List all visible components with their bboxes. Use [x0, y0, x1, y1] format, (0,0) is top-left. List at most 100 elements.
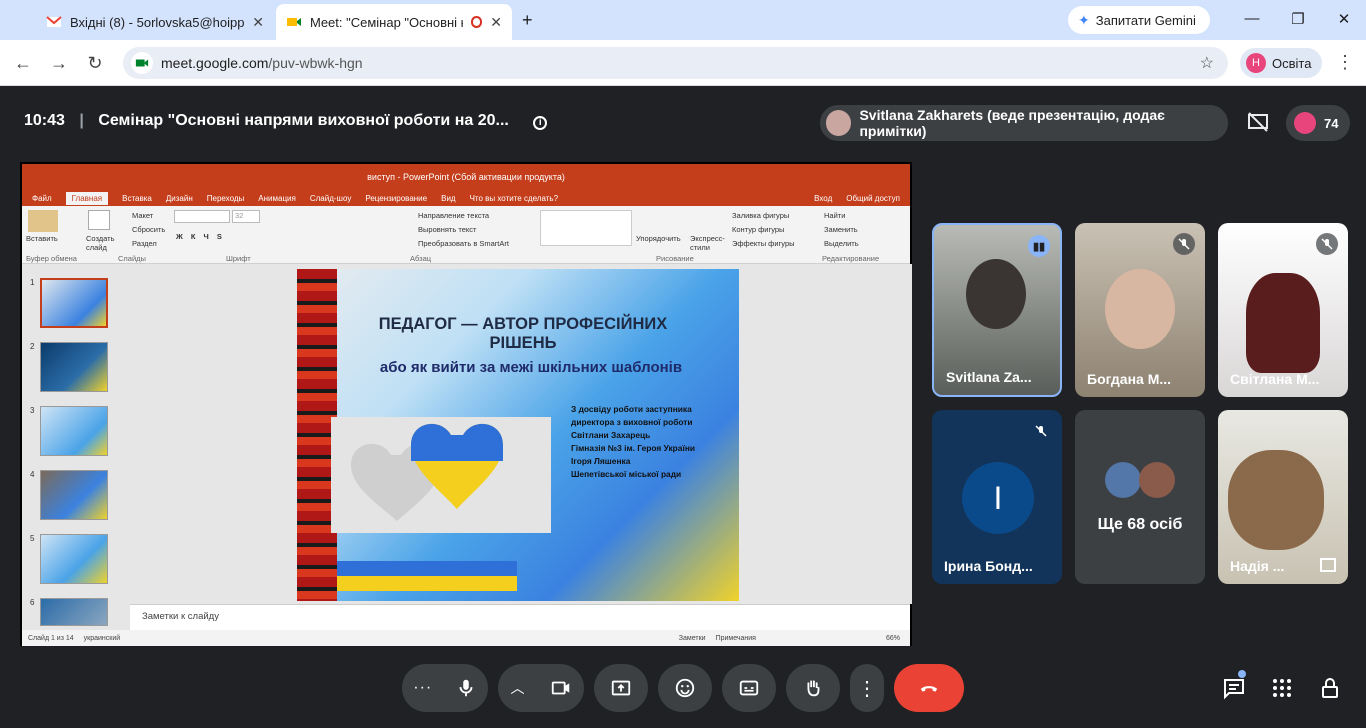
address-bar[interactable]: meet.google.com/puv-wbwk-hgn ☆ [123, 47, 1228, 79]
shape-effects-button[interactable]: Эффекты фигуры [732, 239, 795, 248]
participant-tile-1[interactable]: ▮▮ Svitlana Za... [932, 223, 1062, 397]
paste-icon[interactable] [28, 210, 58, 232]
bookmark-star-icon[interactable]: ☆ [1200, 53, 1214, 73]
slide-thumbnail-3[interactable] [40, 406, 108, 456]
ribbon-group-paragraph: Абзац [410, 254, 432, 263]
replace-button[interactable]: Заменить [824, 225, 858, 234]
ppt-menu-home[interactable]: Главная [65, 191, 109, 205]
microphone-icon[interactable] [455, 677, 477, 699]
slide-title-line-1: ПЕДАГОГ — АВТОР ПРОФЕСІЙНИХ [378, 315, 668, 333]
author-line: Гімназія №3 ім. Героя України [571, 443, 696, 453]
pip-icon[interactable] [1320, 558, 1336, 572]
info-icon[interactable]: i [533, 116, 548, 130]
tab-gmail[interactable]: Вхідні (8) - 5orlovska5@hoippo ✕ [36, 4, 274, 40]
participants-chip[interactable]: 74 [1286, 105, 1350, 141]
ppt-menu-view[interactable]: Вид [441, 194, 455, 203]
present-button[interactable] [594, 664, 648, 712]
ribbon-group-clipboard: Буфер обмена [26, 254, 77, 263]
reset-button[interactable]: Сбросить [132, 225, 165, 234]
ppt-menu-bar: Файл Главная Вставка Дизайн Переходы Ани… [22, 190, 910, 206]
avatar [1139, 462, 1175, 498]
raise-hand-button[interactable] [786, 664, 840, 712]
slide-thumbnail-5[interactable] [40, 534, 108, 584]
avatar [1105, 462, 1141, 498]
reactions-button[interactable] [658, 664, 712, 712]
speaking-indicator-icon: ▮▮ [1028, 235, 1050, 257]
new-slide-label[interactable]: Создать слайд [86, 234, 116, 252]
arrange-button[interactable]: Упорядочить [636, 234, 681, 243]
site-info-icon[interactable] [131, 52, 153, 74]
restore-icon[interactable]: ❐ [1288, 10, 1308, 30]
presenter-chip[interactable]: Svitlana Zakharets (веде презентацію, до… [820, 105, 1228, 141]
close-icon[interactable]: ✕ [252, 14, 264, 31]
layout-button[interactable]: Макет [132, 211, 153, 220]
gemini-button[interactable]: ✦ Запитати Gemini [1068, 6, 1210, 34]
new-tab-button[interactable]: + [522, 10, 533, 31]
audio-options-icon[interactable]: ··· [413, 679, 432, 697]
ppt-menu-slideshow[interactable]: Слайд-шоу [310, 194, 351, 203]
quick-styles-button[interactable]: Экспресс-стили [690, 234, 725, 252]
shape-outline-button[interactable]: Контур фигуры [732, 225, 784, 234]
align-text-button[interactable]: Выровнять текст [418, 225, 476, 234]
find-button[interactable]: Найти [824, 211, 845, 220]
smartart-button[interactable]: Преобразовать в SmartArt [418, 239, 509, 248]
select-button[interactable]: Выделить [824, 239, 859, 248]
shapes-gallery[interactable] [540, 210, 632, 246]
camera-icon[interactable] [550, 677, 572, 699]
captions-button[interactable] [722, 664, 776, 712]
new-slide-icon[interactable] [88, 210, 110, 230]
participant-tile-6[interactable]: Надія ... [1218, 410, 1348, 584]
more-participants-tile[interactable]: Ще 68 осіб [1075, 410, 1205, 584]
status-comments-button[interactable]: Примечания [716, 635, 756, 642]
mic-off-icon [1030, 420, 1052, 442]
gmail-icon [46, 16, 62, 27]
ppt-tell-me[interactable]: Что вы хотите сделать? [470, 194, 558, 203]
slide-thumbnail-4[interactable] [40, 470, 108, 520]
more-options-button[interactable]: ⋮ [850, 664, 884, 712]
paste-label[interactable]: Вставить [26, 234, 58, 243]
section-button[interactable]: Раздел [132, 239, 157, 248]
participant-tile-4[interactable]: I Ірина Бонд... [932, 410, 1062, 584]
slide-thumbnail-1[interactable] [40, 278, 108, 328]
participant-name: Богдана М... [1087, 371, 1172, 387]
font-style-buttons[interactable]: Ж К Ч S [176, 232, 225, 241]
slide-thumbnail-2[interactable] [40, 342, 108, 392]
font-name-field[interactable] [174, 210, 230, 223]
status-zoom[interactable]: 66% [886, 635, 900, 642]
participant-tile-3[interactable]: Світлана М... [1218, 223, 1348, 397]
tab-meet[interactable]: Meet: "Семінар "Основні н ✕ [276, 4, 512, 40]
forward-icon[interactable]: → [48, 52, 70, 74]
host-controls-lock-icon[interactable] [1318, 676, 1342, 700]
close-window-icon[interactable]: ✕ [1334, 10, 1354, 30]
ppt-signin[interactable]: Вход [814, 194, 832, 203]
menu-kebab-icon[interactable]: ⋮ [1336, 52, 1354, 73]
slide-thumbnail-6[interactable] [40, 598, 108, 626]
chevron-up-icon[interactable]: ︿ [511, 678, 525, 698]
notes-pane[interactable]: Заметки к слайду [130, 604, 910, 628]
reload-icon[interactable]: ↻ [84, 52, 106, 74]
ppt-menu-animation[interactable]: Анимация [258, 194, 296, 203]
profile-button[interactable]: Н Освіта [1240, 48, 1322, 78]
font-size-field[interactable]: 32 [232, 210, 260, 223]
minimize-icon[interactable]: — [1242, 10, 1262, 30]
divider: | [79, 112, 84, 129]
ppt-share[interactable]: Общий доступ [846, 194, 900, 203]
leave-call-button[interactable] [894, 664, 964, 712]
ppt-menu-design[interactable]: Дизайн [166, 194, 193, 203]
ppt-menu-transitions[interactable]: Переходы [207, 194, 245, 203]
ppt-menu-insert[interactable]: Вставка [122, 194, 152, 203]
ppt-ribbon: Вставить Создать слайд Макет Сбросить Ра… [22, 206, 910, 264]
close-icon[interactable]: ✕ [490, 14, 502, 31]
shape-fill-button[interactable]: Заливка фигуры [732, 211, 789, 220]
back-icon[interactable]: ← [12, 52, 34, 74]
text-direction-button[interactable]: Направление текста [418, 211, 489, 220]
status-notes-button[interactable]: Заметки [679, 635, 706, 642]
participant-name: Svitlana Za... [946, 369, 1032, 385]
ppt-menu-review[interactable]: Рецензирование [365, 194, 427, 203]
chat-icon[interactable] [1222, 676, 1246, 700]
ppt-menu-file[interactable]: Файл [32, 194, 52, 203]
stop-present-icon[interactable] [1246, 110, 1272, 136]
participant-tile-2[interactable]: Богдана М... [1075, 223, 1205, 397]
activities-icon[interactable] [1270, 676, 1294, 700]
avatar: I [962, 462, 1034, 534]
